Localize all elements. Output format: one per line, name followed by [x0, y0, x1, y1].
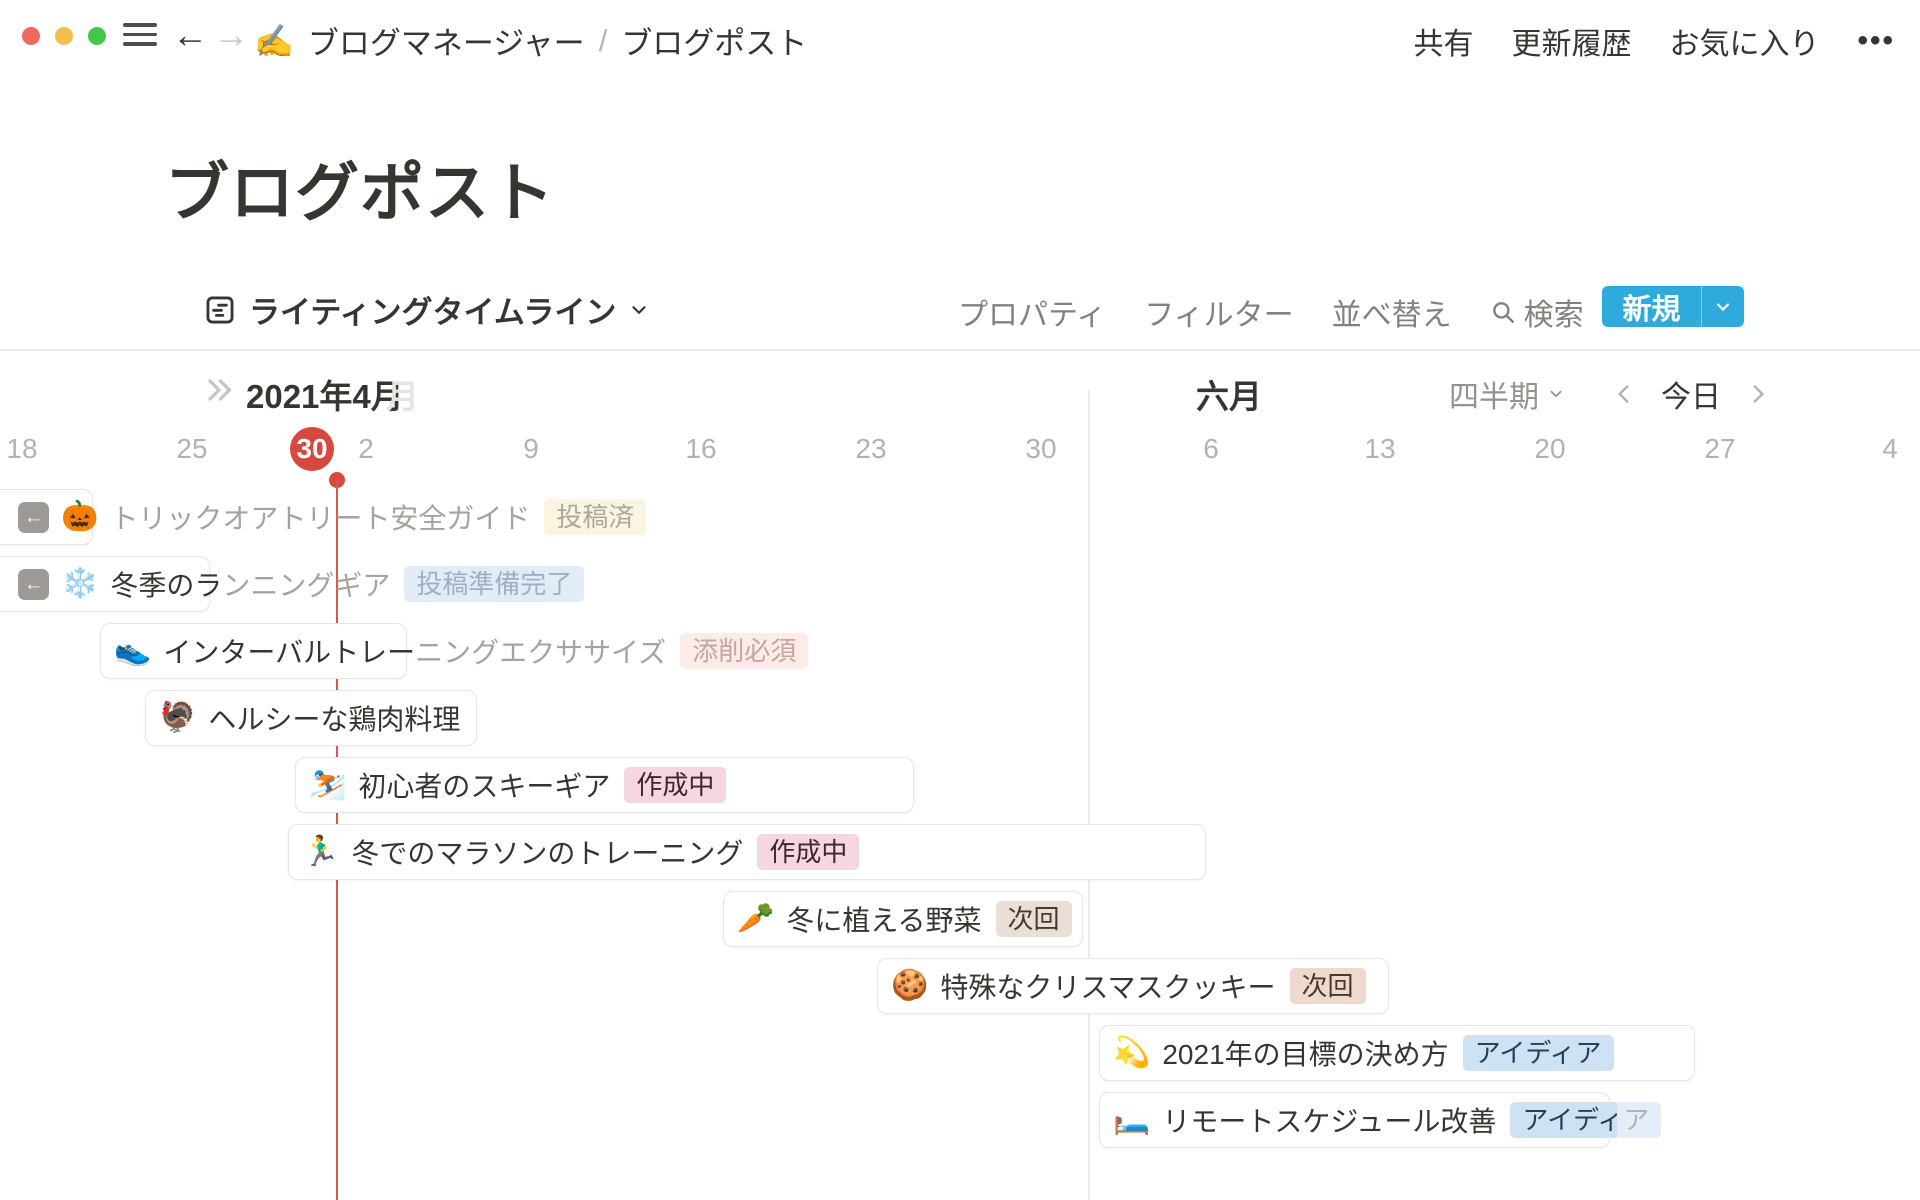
- current-month-label[interactable]: 2021年4月: [246, 370, 404, 418]
- properties-button[interactable]: プロパティ: [958, 290, 1106, 334]
- prev-period-chevron-icon[interactable]: [1613, 381, 1635, 407]
- card-title[interactable]: 初心者のスキーギア: [358, 765, 610, 805]
- card-title[interactable]: トリックオアトリート安全ガイド: [110, 497, 530, 537]
- carrot-emoji-icon: 🥕: [737, 904, 774, 934]
- timeline-row: ← 🎃 トリックオアトリート安全ガイド 投稿済: [0, 489, 1920, 545]
- timeline-view-icon: [203, 293, 237, 327]
- breadcrumb-separator: /: [599, 23, 608, 59]
- next-period-chevron-icon[interactable]: [1747, 381, 1769, 407]
- turkey-emoji-icon: 🦃: [159, 703, 196, 733]
- view-name-label: ライティングタイムライン: [249, 287, 616, 332]
- window-minimize-button[interactable]: [55, 27, 73, 45]
- new-button[interactable]: 新規: [1602, 286, 1744, 327]
- toolbar-divider: [0, 349, 1920, 351]
- dizzy-star-emoji-icon: 💫: [1113, 1038, 1150, 1068]
- date-tick: 20: [1534, 427, 1565, 471]
- timeline-row: 💫 2021年の目標の決め方 アイディア: [0, 1025, 1920, 1081]
- window-zoom-button[interactable]: [88, 27, 106, 45]
- new-dropdown-chevron-icon[interactable]: [1702, 297, 1744, 317]
- filter-button[interactable]: フィルター: [1144, 290, 1293, 334]
- date-tick: 18: [6, 427, 37, 471]
- status-badge: 作成中: [757, 834, 859, 870]
- back-button[interactable]: ←: [172, 17, 208, 53]
- card-title[interactable]: インターバルトレーニングエクササイズ: [163, 631, 666, 671]
- window-close-button[interactable]: [22, 27, 40, 45]
- sort-button[interactable]: 並べ替え: [1332, 290, 1452, 334]
- updates-button[interactable]: 更新履歴: [1511, 19, 1631, 63]
- view-switcher[interactable]: ライティングタイムライン: [203, 287, 650, 332]
- page-emoji-icon: ✍️: [254, 25, 294, 57]
- new-button-label: 新規: [1602, 286, 1701, 328]
- ghost-month-fragment: 月: [386, 370, 419, 418]
- date-tick: 2: [358, 427, 374, 471]
- card-title[interactable]: リモートスケジュール改善: [1162, 1100, 1496, 1140]
- status-badge: アイディア: [1510, 1102, 1661, 1138]
- date-tick: 6: [1203, 427, 1219, 471]
- floating-month-label: 六月: [1196, 370, 1262, 418]
- date-tick: 16: [685, 427, 716, 471]
- skier-emoji-icon: ⛷️: [309, 770, 346, 800]
- status-badge: アイディア: [1463, 1035, 1614, 1071]
- timeline-row: 🛏️ リモートスケジュール改善 アイディア: [0, 1092, 1920, 1148]
- sidebar-menu-icon[interactable]: [123, 23, 157, 46]
- card-title[interactable]: 2021年の目標の決め方: [1162, 1033, 1448, 1073]
- chevron-down-icon: [1547, 385, 1565, 403]
- date-tick: 9: [523, 427, 539, 471]
- date-tick: 13: [1364, 427, 1395, 471]
- date-tick: 4: [1882, 427, 1898, 471]
- jump-left-button[interactable]: ←: [18, 569, 49, 600]
- card-title[interactable]: 冬季のランニングギア: [110, 564, 390, 604]
- runner-emoji-icon: 🏃‍♂️: [302, 837, 339, 867]
- status-badge: 次回: [996, 901, 1072, 937]
- snowflake-emoji-icon: ❄️: [61, 569, 98, 599]
- timeline-row: ← ❄️ 冬季のランニングギア 投稿準備完了: [0, 556, 1920, 612]
- today-date-badge[interactable]: 30: [290, 427, 334, 471]
- status-badge: 次回: [1290, 968, 1366, 1004]
- timeline-row: 🏃‍♂️ 冬でのマラソンのトレーニング 作成中: [0, 824, 1920, 880]
- chevron-down-icon: [628, 299, 650, 321]
- jump-left-button[interactable]: ←: [18, 502, 49, 533]
- timeline-row: 🍪 特殊なクリスマスクッキー 次回: [0, 958, 1920, 1014]
- bed-emoji-icon: 🛏️: [1113, 1105, 1150, 1135]
- cookie-emoji-icon: 🍪: [891, 971, 928, 1001]
- date-tick: 23: [855, 427, 886, 471]
- status-badge: 添削必須: [680, 633, 808, 669]
- date-tick: 25: [176, 427, 207, 471]
- share-button[interactable]: 共有: [1413, 19, 1473, 63]
- status-badge: 作成中: [624, 767, 726, 803]
- card-title[interactable]: 冬に植える野菜: [786, 899, 981, 939]
- forward-button[interactable]: →: [213, 17, 249, 53]
- pumpkin-emoji-icon: 🎃: [61, 502, 98, 532]
- status-badge: 投稿準備完了: [404, 566, 584, 602]
- date-tick: 27: [1704, 427, 1735, 471]
- notion-window: ← → ✍️ ブログマネージャー / ブログポスト 共有 更新履歴 お気に入り …: [0, 0, 1920, 1200]
- double-chevron-right-icon[interactable]: [201, 375, 237, 405]
- timeline-row: ⛷️ 初心者のスキーギア 作成中: [0, 757, 1920, 813]
- status-badge: 投稿済: [544, 499, 646, 535]
- more-options-icon[interactable]: •••: [1857, 24, 1895, 58]
- page-title[interactable]: ブログポスト: [165, 142, 555, 234]
- card-title[interactable]: 冬でのマラソンのトレーニング: [351, 832, 743, 872]
- search-button[interactable]: 検索: [1490, 290, 1584, 334]
- search-icon: [1490, 299, 1516, 325]
- timeline-row: 🦃 ヘルシーな鶏肉料理: [0, 690, 1920, 746]
- favorite-button[interactable]: お気に入り: [1669, 19, 1819, 63]
- timeline-scale-selector[interactable]: 四半期: [1449, 372, 1565, 416]
- today-button[interactable]: 今日: [1661, 372, 1721, 416]
- date-tick: 30: [1025, 427, 1056, 471]
- card-title[interactable]: 特殊なクリスマスクッキー: [940, 966, 1275, 1006]
- card-title[interactable]: ヘルシーな鶏肉料理: [208, 698, 460, 738]
- running-shoe-emoji-icon: 👟: [114, 636, 151, 666]
- timeline-row: 🥕 冬に植える野菜 次回: [0, 891, 1920, 947]
- timeline-row: 👟 インターバルトレーニングエクササイズ 添削必須: [0, 623, 1920, 679]
- breadcrumb-parent[interactable]: ブログマネージャー: [308, 18, 585, 63]
- breadcrumb-current[interactable]: ブログポスト: [621, 18, 807, 63]
